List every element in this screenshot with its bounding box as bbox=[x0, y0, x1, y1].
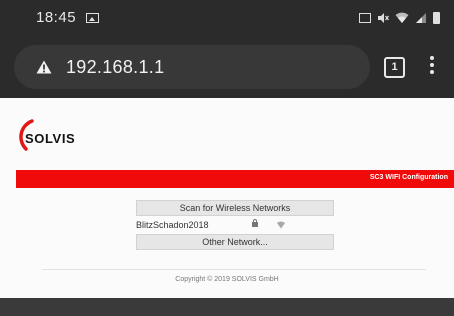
wifi-icon bbox=[395, 12, 409, 23]
status-time: 18:45 bbox=[36, 9, 77, 26]
url-text[interactable]: 192.168.1.1 bbox=[66, 57, 164, 78]
nfc-icon bbox=[359, 13, 371, 23]
status-icons bbox=[359, 10, 440, 26]
mute-icon bbox=[378, 13, 389, 23]
web-page: SOLVIS SC3 WIFI Configuration Scan for W… bbox=[0, 98, 454, 298]
other-network-button[interactable]: Other Network... bbox=[136, 234, 334, 250]
copyright-footer: Copyright © 2019 SOLVIS GmbH bbox=[175, 276, 279, 283]
network-list-item[interactable]: BlitzSchadon2018 bbox=[136, 219, 334, 233]
battery-icon bbox=[433, 12, 440, 24]
wifi-config-panel: Scan for Wireless Networks BlitzSchadon2… bbox=[136, 200, 334, 250]
scan-networks-button[interactable]: Scan for Wireless Networks bbox=[136, 200, 334, 216]
status-bar: 18:45 bbox=[0, 0, 454, 36]
solvis-logo: SOLVIS bbox=[16, 116, 106, 156]
url-bar[interactable]: 192.168.1.1 bbox=[14, 45, 370, 89]
browser-toolbar: 192.168.1.1 1 bbox=[0, 36, 454, 98]
header-banner: SC3 WIFI Configuration bbox=[16, 170, 454, 188]
banner-title: SC3 WIFI Configuration bbox=[369, 174, 448, 181]
signal-icon bbox=[416, 13, 426, 23]
warning-icon[interactable] bbox=[36, 60, 52, 74]
lock-icon bbox=[252, 219, 258, 227]
wifi-strength-icon bbox=[277, 221, 285, 229]
logo-text: SOLVIS bbox=[25, 131, 76, 146]
gallery-icon bbox=[86, 13, 99, 23]
tab-switcher-button[interactable]: 1 bbox=[384, 57, 405, 78]
divider bbox=[42, 269, 426, 270]
bottom-navigation-bar bbox=[0, 298, 454, 316]
overflow-menu-icon[interactable] bbox=[424, 54, 440, 80]
network-ssid[interactable]: BlitzSchadon2018 bbox=[136, 220, 209, 230]
